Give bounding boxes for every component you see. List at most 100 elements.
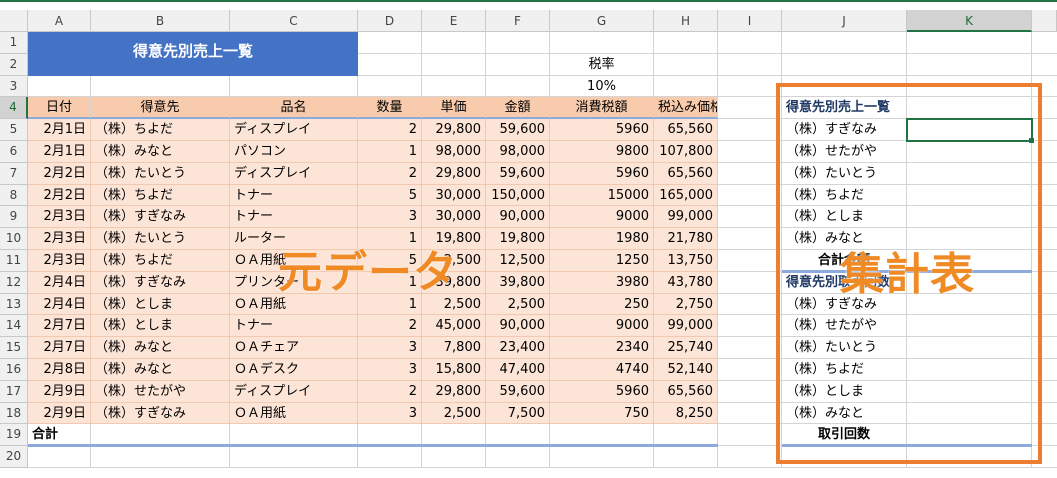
grid-cell[interactable] [907,293,1032,316]
grid-cell[interactable] [718,206,782,229]
grid-cell[interactable] [907,424,1032,447]
table-cell[interactable]: トナー [230,315,358,338]
active-cell-selection[interactable] [906,118,1033,142]
table-cell[interactable]: 21,780 [654,228,718,250]
summary-count-total-label[interactable]: 取引回数 [782,424,907,447]
table-cell[interactable]: （株）みなと [91,337,230,359]
grid-cell[interactable] [718,271,782,294]
select-all-corner[interactable] [0,10,28,32]
grid-cell[interactable] [230,424,358,447]
table-cell[interactable]: ディスプレイ [230,162,358,185]
table-cell[interactable]: （株）ちよだ [91,119,230,141]
row-header-10[interactable]: 10 [0,228,28,250]
grid-cell[interactable] [907,359,1032,381]
column-header-c[interactable]: C [230,10,358,32]
table-header[interactable]: 得意先 [91,97,230,120]
summary-sales-customer[interactable]: （株）としま [782,206,907,229]
table-cell[interactable]: （株）すぎなみ [91,402,230,425]
table-cell[interactable]: 2 [358,119,422,141]
table-cell[interactable]: 2340 [550,337,654,359]
grid-cell[interactable] [907,315,1032,338]
table-cell[interactable]: 65,560 [654,162,718,185]
grid-cell[interactable] [907,97,1032,120]
table-cell[interactable]: 8,250 [654,402,718,425]
row-header-14[interactable]: 14 [0,315,28,338]
table-cell[interactable]: 2月4日 [28,293,91,316]
table-cell[interactable]: 3 [358,206,422,229]
fill-handle[interactable] [1029,138,1034,143]
row-header-1[interactable]: 1 [0,32,28,54]
row-header-11[interactable]: 11 [0,250,28,272]
grid-cell[interactable] [28,75,91,98]
table-cell[interactable]: 5 [358,250,422,272]
grid-cell[interactable] [550,32,654,54]
table-cell[interactable]: 2,500 [422,250,486,272]
summary-sales-total-label[interactable]: 合計金額 [782,250,907,272]
table-cell[interactable]: トナー [230,184,358,207]
row-header-19[interactable]: 19 [0,424,28,447]
column-header-e[interactable]: E [422,10,486,32]
table-cell[interactable]: 150,000 [486,184,550,207]
grid-cell[interactable] [718,32,782,54]
table-cell[interactable]: ＯＡデスク [230,359,358,381]
table-header[interactable]: 単価 [422,97,486,120]
row-header-16[interactable]: 16 [0,359,28,381]
table-cell[interactable]: 3 [358,337,422,359]
table-cell[interactable]: 12,500 [486,250,550,272]
table-cell[interactable]: ディスプレイ [230,119,358,141]
row-header-8[interactable]: 8 [0,184,28,207]
summary-sales-customer[interactable]: （株）たいとう [782,162,907,185]
grid-cell[interactable] [718,446,782,468]
grid-cell[interactable] [422,424,486,447]
table-cell[interactable]: 65,560 [654,380,718,403]
table-cell[interactable]: 9000 [550,315,654,338]
summary-sales-customer[interactable]: （株）すぎなみ [782,119,907,141]
row-header-4[interactable]: 4 [0,97,28,120]
table-cell[interactable]: （株）すぎなみ [91,271,230,294]
grid-cell[interactable] [907,250,1032,272]
grid-cell[interactable] [782,53,907,76]
grid-cell[interactable] [358,32,422,54]
grid-cell[interactable] [907,75,1032,98]
table-cell[interactable]: 13,750 [654,250,718,272]
row-header-6[interactable]: 6 [0,141,28,163]
grid-cell[interactable] [486,32,550,54]
grid-cell[interactable] [230,446,358,468]
grid-cell[interactable] [718,315,782,338]
table-cell[interactable]: 7,500 [486,402,550,425]
table-cell[interactable]: 2月9日 [28,402,91,425]
column-header-f[interactable]: F [486,10,550,32]
table-cell[interactable]: 250 [550,293,654,316]
grid-cell[interactable] [654,424,718,447]
table-cell[interactable]: 5960 [550,119,654,141]
grid-cell[interactable] [486,446,550,468]
grid-cell[interactable] [718,293,782,316]
table-header[interactable]: 消費税額 [550,97,654,120]
table-cell[interactable]: 1250 [550,250,654,272]
grid-cell[interactable] [230,75,358,98]
table-cell[interactable]: 2月3日 [28,206,91,229]
table-cell[interactable]: 98,000 [422,141,486,163]
row-header-15[interactable]: 15 [0,337,28,359]
table-cell[interactable]: 30,000 [422,206,486,229]
table-cell[interactable]: 107,800 [654,141,718,163]
table-cell[interactable]: 7,800 [422,337,486,359]
summary-count-customer[interactable]: （株）たいとう [782,337,907,359]
grid-cell[interactable] [782,75,907,98]
column-header-d[interactable]: D [358,10,422,32]
table-cell[interactable]: （株）たいとう [91,162,230,185]
grid-cell[interactable] [91,446,230,468]
grid-cell[interactable] [718,337,782,359]
table-cell[interactable]: ルーター [230,228,358,250]
table-cell[interactable]: 3980 [550,271,654,294]
table-cell[interactable]: 2月4日 [28,271,91,294]
table-cell[interactable]: 15,800 [422,359,486,381]
table-cell[interactable]: 59,600 [486,119,550,141]
table-cell[interactable]: 99,000 [654,315,718,338]
row-header-7[interactable]: 7 [0,162,28,185]
table-cell[interactable]: 2,500 [422,293,486,316]
table-cell[interactable]: 5960 [550,380,654,403]
summary-sales-title[interactable]: 得意先別売上一覧 [782,97,907,120]
table-cell[interactable]: （株）すぎなみ [91,206,230,229]
grid-cell[interactable] [486,424,550,447]
